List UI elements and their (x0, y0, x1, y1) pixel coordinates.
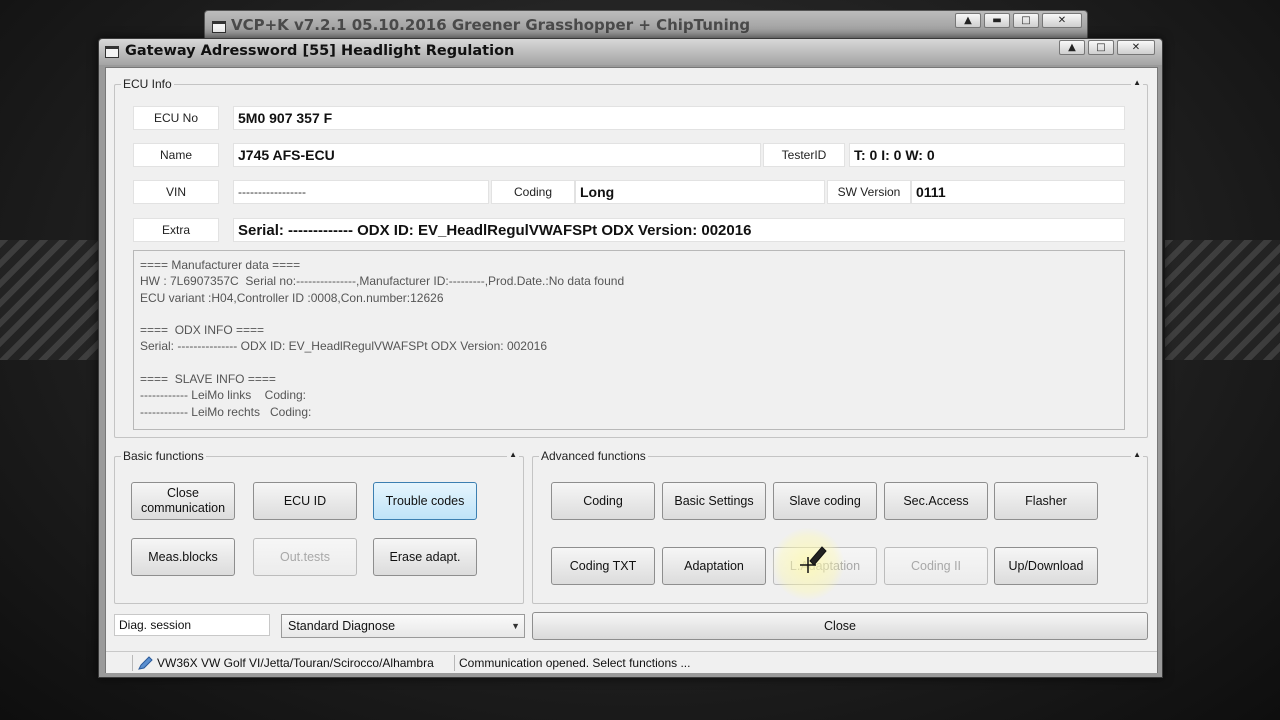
basic-settings-button[interactable]: Basic Settings (662, 482, 766, 520)
window-titlebar[interactable]: Gateway Adressword [55] Headlight Regula… (99, 39, 1162, 65)
message-status-cell: Communication opened. Select functions .… (454, 655, 1144, 671)
maximize-icon[interactable]: □ (1013, 13, 1039, 28)
desktop-decoration (1165, 240, 1280, 360)
vin-label: VIN (133, 180, 219, 204)
background-caption-buttons: ▲ ▬ □ ✕ (955, 13, 1082, 28)
collapse-arrow-icon[interactable]: ▲ (1131, 78, 1143, 87)
ecu-info-group: ECU Info ▲ ECU No 5M0 907 357 F Name J74… (114, 77, 1148, 438)
flasher-button[interactable]: Flasher (994, 482, 1098, 520)
advanced-functions-group: Advanced functions ▲ Coding Basic Settin… (532, 449, 1148, 604)
coding-button[interactable]: Coding (551, 482, 655, 520)
background-window-title: VCP+K v7.2.1 05.10.2016 Greener Grasshop… (231, 16, 751, 34)
ecu-no-value: 5M0 907 357 F (233, 106, 1125, 130)
diag-session-select[interactable]: Standard Diagnose ▼ (281, 614, 525, 638)
diag-session-field[interactable]: Diag. session (114, 614, 270, 636)
basic-functions-label: Basic functions (121, 449, 206, 463)
out-tests-button[interactable]: Out.tests (253, 538, 357, 576)
coding-label: Coding (491, 180, 575, 204)
minimize-icon[interactable]: ▬ (984, 13, 1010, 28)
coding-ii-button[interactable]: Coding II (884, 547, 988, 585)
ecu-details-text[interactable]: ==== Manufacturer data ==== HW : 7L69073… (133, 250, 1125, 430)
vin-value: ----------------- (233, 180, 489, 204)
name-label: Name (133, 143, 219, 167)
basic-functions-group: Basic functions ▲ Close communication ECU… (114, 449, 524, 604)
up-download-button[interactable]: Up/Download (994, 547, 1098, 585)
close-button[interactable]: Close (532, 612, 1148, 640)
erase-adapt-button[interactable]: Erase adapt. (373, 538, 477, 576)
coding-value: Long (575, 180, 825, 204)
close-icon[interactable]: ✕ (1117, 40, 1155, 55)
ecu-no-label: ECU No (133, 106, 219, 130)
sec-access-button[interactable]: Sec.Access (884, 482, 988, 520)
l-adaptation-button[interactable]: L.Adaptation (773, 547, 877, 585)
collapse-arrow-icon[interactable]: ▲ (1131, 450, 1143, 459)
meas-blocks-button[interactable]: Meas.blocks (131, 538, 235, 576)
pen-icon (138, 656, 153, 670)
desktop-decoration (0, 240, 100, 360)
diag-session-selected-value: Standard Diagnose (288, 619, 396, 633)
restore-up-icon[interactable]: ▲ (955, 13, 981, 28)
vehicle-text: VW36X VW Golf VI/Jetta/Touran/Scirocco/A… (157, 656, 434, 670)
coding-txt-button[interactable]: Coding TXT (551, 547, 655, 585)
chevron-down-icon[interactable]: ▼ (511, 621, 520, 631)
name-value: J745 AFS-ECU (233, 143, 761, 167)
vehicle-status-cell: VW36X VW Golf VI/Jetta/Touran/Scirocco/A… (132, 655, 452, 671)
status-bar: VW36X VW Golf VI/Jetta/Touran/Scirocco/A… (106, 651, 1157, 673)
slave-coding-button[interactable]: Slave coding (773, 482, 877, 520)
collapse-arrow-icon[interactable]: ▲ (507, 450, 519, 459)
close-communication-button[interactable]: Close communication (131, 482, 235, 520)
sw-version-value: 0111 (911, 180, 1125, 204)
close-icon[interactable]: ✕ (1042, 13, 1082, 28)
adaptation-button[interactable]: Adaptation (662, 547, 766, 585)
restore-up-icon[interactable]: ▲ (1059, 40, 1085, 55)
window-title: Gateway Adressword [55] Headlight Regula… (125, 43, 515, 59)
ecu-id-button[interactable]: ECU ID (253, 482, 357, 520)
extra-label: Extra (133, 218, 219, 242)
extra-value: Serial: ------------- ODX ID: EV_HeadlRe… (233, 218, 1125, 242)
status-message: Communication opened. Select functions .… (459, 656, 691, 670)
testerid-label: TesterID (763, 143, 845, 167)
advanced-functions-label: Advanced functions (539, 449, 648, 463)
window-caption-buttons: ▲ □ ✕ (1059, 40, 1155, 55)
window-menu-icon[interactable] (212, 21, 226, 33)
sw-version-label: SW Version (827, 180, 911, 204)
window-client-area: ECU Info ▲ ECU No 5M0 907 357 F Name J74… (105, 67, 1158, 673)
gateway-window: Gateway Adressword [55] Headlight Regula… (98, 38, 1163, 678)
trouble-codes-button[interactable]: Trouble codes (373, 482, 477, 520)
window-menu-icon[interactable] (105, 46, 119, 58)
ecu-info-label: ECU Info (121, 77, 174, 91)
testerid-value: T: 0 I: 0 W: 0 (849, 143, 1125, 167)
maximize-icon[interactable]: □ (1088, 40, 1114, 55)
